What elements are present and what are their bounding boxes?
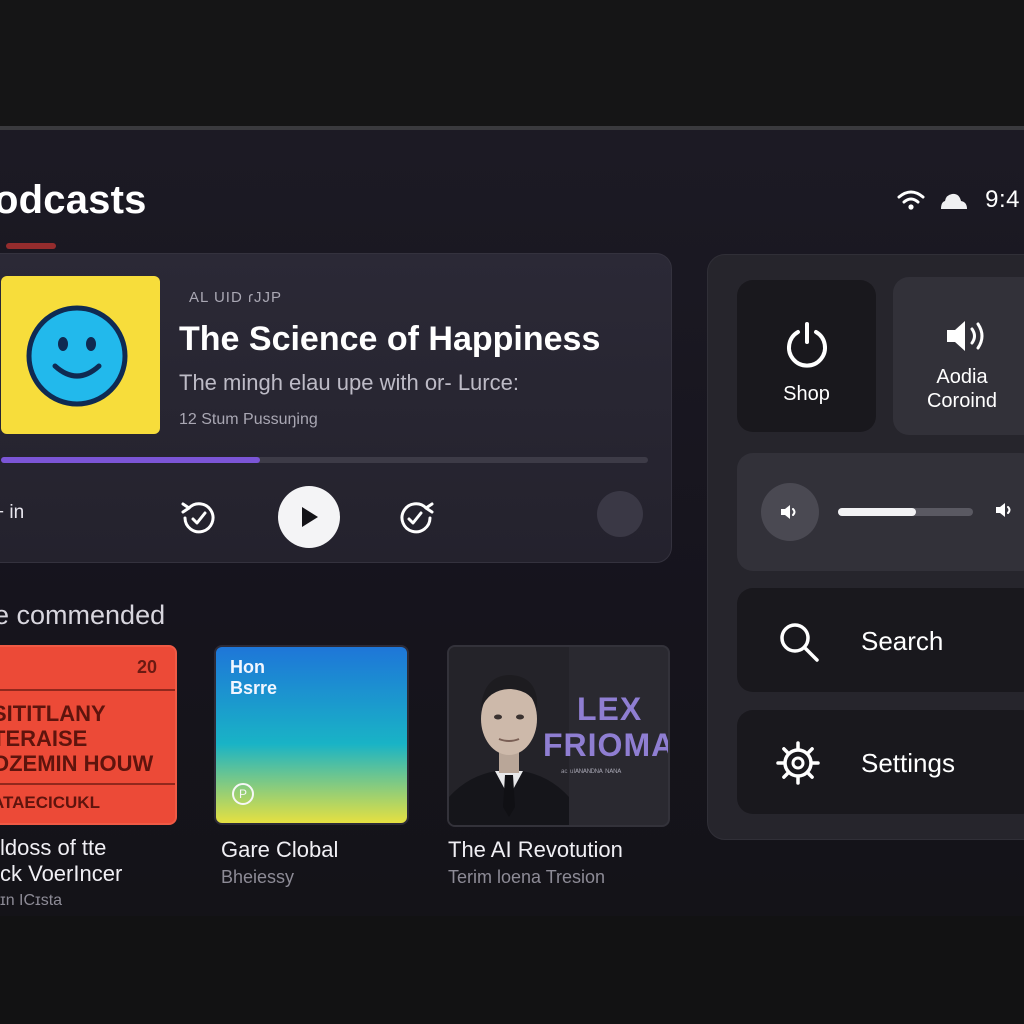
volume-slider-fill xyxy=(838,508,917,516)
recommended-subtitle-2: Bheiessy xyxy=(221,867,295,887)
title-underline xyxy=(6,243,56,249)
cover-footer-text: ATAECICUKL xyxy=(0,793,100,812)
cover-divider xyxy=(0,783,175,785)
audio-label: Aodia Coroind xyxy=(926,366,998,412)
page-title: odcasts xyxy=(0,178,147,222)
search-label: Search xyxy=(861,626,944,656)
playback-progress-bar[interactable] xyxy=(1,457,648,463)
volume-slider[interactable] xyxy=(838,508,973,516)
cover-text: Hon Bsrre xyxy=(230,657,278,698)
gear-icon xyxy=(776,741,820,785)
recommended-title-3[interactable]: The AI Revotution xyxy=(448,837,623,863)
fast-forward-icon xyxy=(400,502,434,534)
smiley-face-icon xyxy=(26,305,128,407)
power-icon xyxy=(787,322,827,368)
device-bezel-top xyxy=(0,0,1024,128)
cover-badge: 20 xyxy=(136,657,157,677)
tv-screen: odcasts 9:4 AL UID ɾJJP The Science of H… xyxy=(0,130,1024,916)
volume-low-button[interactable] xyxy=(761,483,819,541)
episode-meta: 12 Stum Pussuŋing xyxy=(179,411,318,428)
recommended-title-2[interactable]: Gare Clobal xyxy=(221,837,338,863)
recommended-cover-1[interactable]: 20 SITITLANY TERAISE OZEMIN HOUW ATAECIC… xyxy=(0,645,177,825)
recommended-cover-3[interactable]: LEX FRIOMAN ᵃᶜ ᵘᴵᴬᴺᴬᴺᴰᴺᴬ ᴺᴬᴺᴬ xyxy=(447,645,670,827)
volume-high-icon[interactable] xyxy=(994,500,1018,520)
recommended-subtitle-1: ɪn ICɪsta xyxy=(0,892,63,909)
episode-kicker: AL UID ɾJJP xyxy=(189,289,282,306)
play-button[interactable] xyxy=(278,486,340,548)
recommended-heading: e commended xyxy=(0,600,166,630)
more-options-button[interactable] xyxy=(597,491,643,537)
cover-subtext: ᵃᶜ ᵘᴵᴬᴺᴬᴺᴰᴺᴬ ᴺᴬᴺᴬ xyxy=(561,767,622,777)
forward-button[interactable] xyxy=(394,496,438,540)
playback-control-label[interactable]: + in xyxy=(0,502,24,524)
device-bezel-bottom xyxy=(0,916,1024,1024)
cover-text: SITITLANY TERAISE OZEMIN HOUW xyxy=(0,701,154,776)
speaker-icon xyxy=(947,321,984,351)
recommended-cover-2[interactable]: Hon Bsrre P xyxy=(214,645,409,825)
shop-label: Shop xyxy=(783,383,830,405)
playback-progress-fill xyxy=(1,457,260,463)
settings-tile[interactable]: Settings xyxy=(737,710,1024,814)
search-icon xyxy=(780,623,819,662)
clock-time: 9:4 xyxy=(985,186,1020,213)
audio-tile[interactable]: Aodia Coroind xyxy=(893,277,1024,435)
cover-divider xyxy=(0,689,175,691)
volume-low-icon xyxy=(781,505,796,519)
status-bar: 9:4 xyxy=(897,186,1020,214)
episode-artwork xyxy=(1,276,160,434)
shop-tile[interactable]: Shop xyxy=(737,280,876,432)
cloud-icon xyxy=(939,190,969,210)
wifi-icon xyxy=(897,189,925,211)
settings-label: Settings xyxy=(861,748,955,778)
episode-description: The mingh elau upe with or- Lurce: xyxy=(179,370,519,395)
podcast-badge-icon: P xyxy=(232,783,254,805)
play-icon xyxy=(302,507,318,527)
recommended-title-1[interactable]: ldoss of tte ck VoerIncer xyxy=(0,835,122,887)
search-tile[interactable]: Search xyxy=(737,588,1024,692)
recommended-subtitle-3: Terim loena Tresion xyxy=(448,867,606,887)
episode-title: The Science of Happiness xyxy=(179,320,601,358)
rewind-icon xyxy=(181,502,215,534)
cover-text: LEX FRIOMAN xyxy=(543,691,668,763)
now-playing-card[interactable]: AL UID ɾJJP The Science of Happiness The… xyxy=(0,253,672,563)
rewind-button[interactable] xyxy=(177,496,221,540)
